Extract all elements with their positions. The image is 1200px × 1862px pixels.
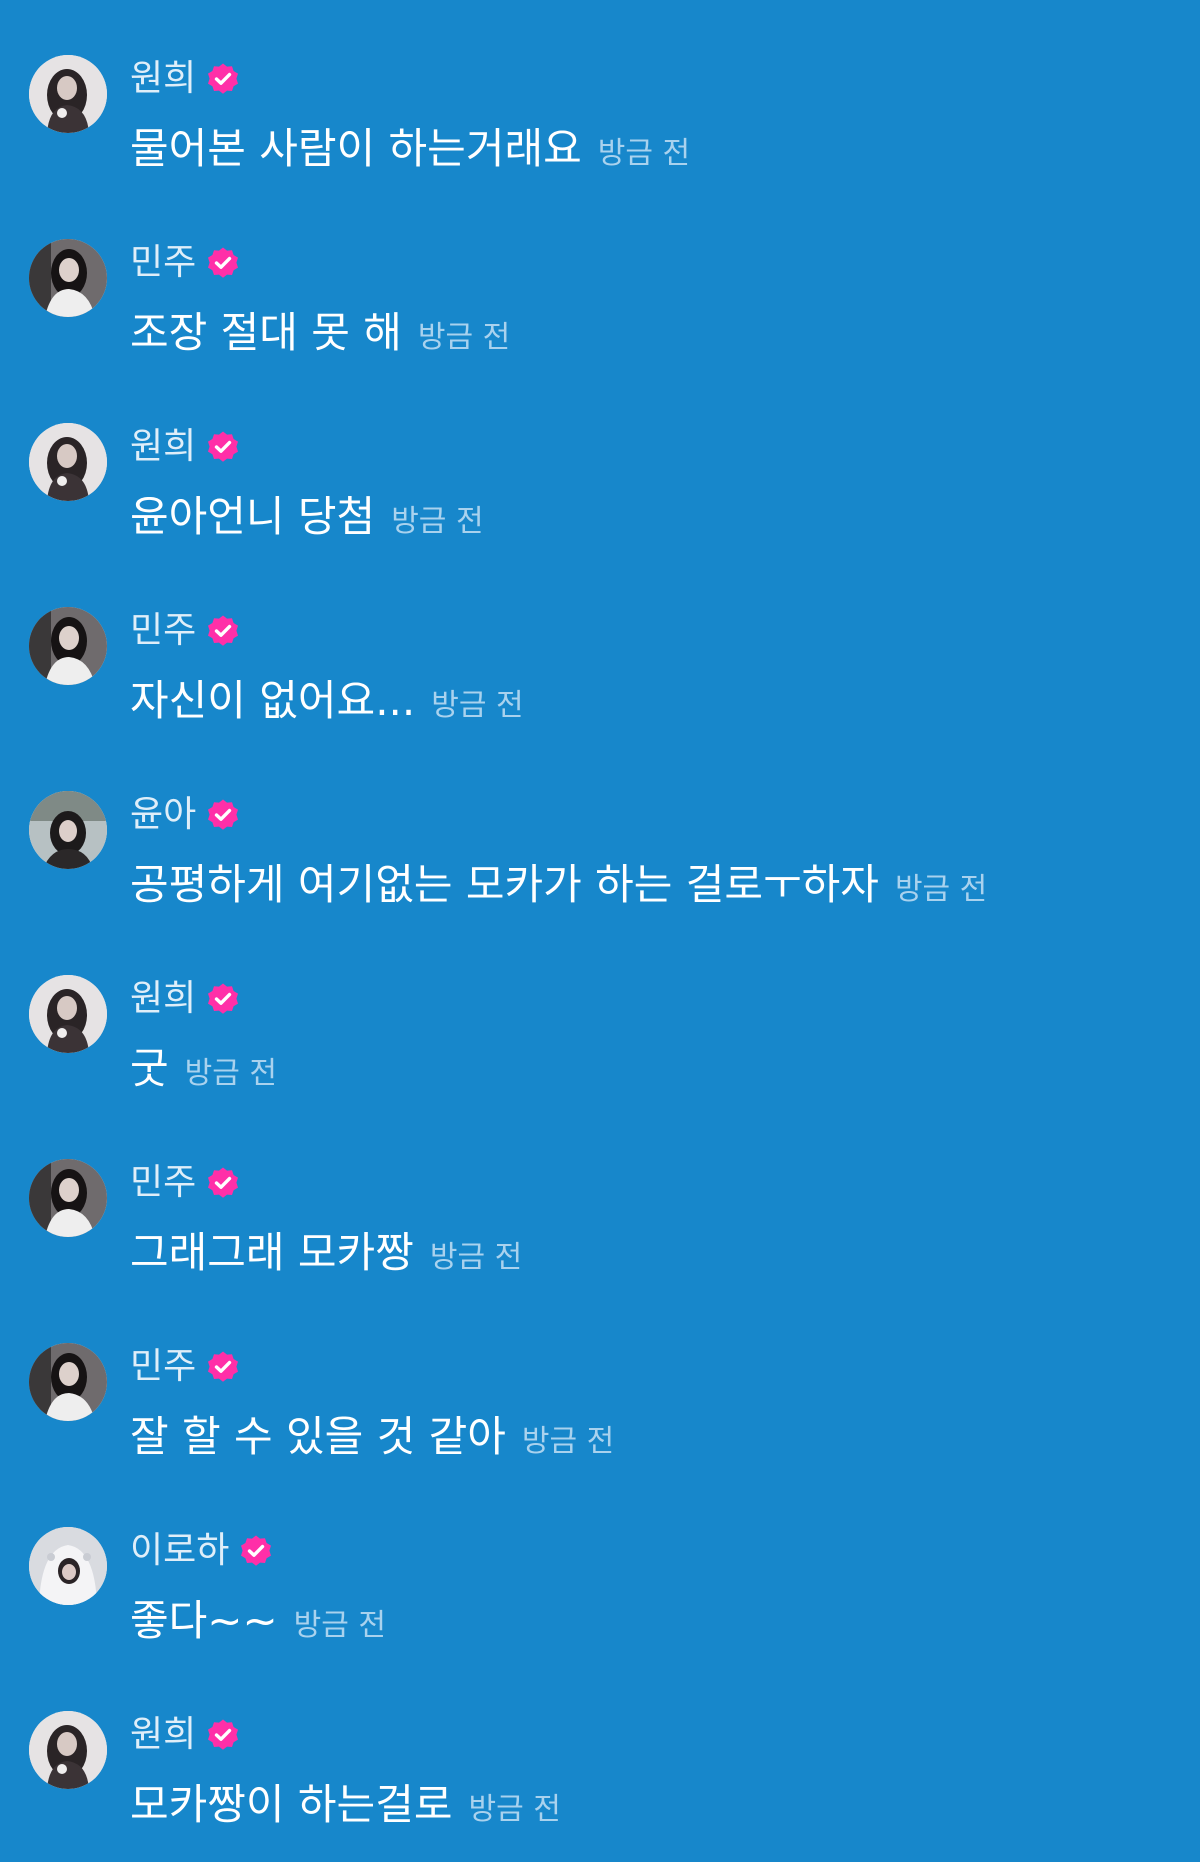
- avatar-yuna[interactable]: [29, 791, 107, 869]
- avatar-minju[interactable]: [29, 1343, 107, 1421]
- avatar-minju[interactable]: [29, 607, 107, 685]
- avatar-wonhee[interactable]: [29, 1711, 107, 1789]
- message-text: 잘 할 수 있을 것 같아: [130, 1412, 506, 1461]
- message-text: 윤아언니 당첨: [130, 492, 376, 541]
- message-row: 그래그래 모카짱 방금 전: [130, 1223, 522, 1283]
- author-name[interactable]: 윤아: [130, 793, 196, 837]
- avatar-wonhee[interactable]: [29, 55, 107, 133]
- author-name[interactable]: 원희: [130, 57, 196, 101]
- message-row: 조장 절대 못 해 방금 전: [130, 303, 510, 363]
- message-text: 자신이 없어요...: [130, 676, 416, 725]
- avatar-minju[interactable]: [29, 239, 107, 317]
- avatar-wonhee[interactable]: [29, 975, 107, 1053]
- verified-badge-icon: [206, 798, 240, 832]
- message-timestamp: 방금 전: [521, 1424, 615, 1459]
- author-row: 원희: [130, 1713, 240, 1757]
- chat-message-6: 원희 굿 방금 전: [0, 975, 1200, 1125]
- message-row: 굿 방금 전: [130, 1039, 277, 1099]
- message-row: 자신이 없어요... 방금 전: [130, 671, 524, 731]
- author-row: 원희: [130, 425, 240, 469]
- chat-message-7: 민주 그래그래 모카짱 방금 전: [0, 1159, 1200, 1309]
- message-timestamp: 방금 전: [429, 1240, 523, 1275]
- message-row: 좋다~~ 방금 전: [130, 1591, 386, 1651]
- author-row: 민주: [130, 1345, 240, 1389]
- chat-message-2: 민주 조장 절대 못 해 방금 전: [0, 239, 1200, 389]
- author-name[interactable]: 이로하: [130, 1529, 229, 1573]
- verified-badge-icon: [206, 1350, 240, 1384]
- chat-message-10: 원희 모카짱이 하는걸로 방금 전: [0, 1711, 1200, 1861]
- author-row: 원희: [130, 57, 240, 101]
- message-timestamp: 방금 전: [468, 1792, 561, 1827]
- message-row: 모카짱이 하는걸로 방금 전: [130, 1775, 561, 1835]
- verified-badge-icon: [206, 1166, 240, 1200]
- message-timestamp: 방금 전: [597, 136, 691, 171]
- verified-badge-icon: [206, 1718, 240, 1752]
- message-row: 잘 할 수 있을 것 같아 방금 전: [130, 1407, 614, 1467]
- verified-badge-icon: [239, 1534, 273, 1568]
- avatar-minju[interactable]: [29, 1159, 107, 1237]
- author-name[interactable]: 원희: [130, 1713, 196, 1757]
- chat-message-3: 원희 윤아언니 당첨 방금 전: [0, 423, 1200, 573]
- message-text: 조장 절대 못 해: [130, 308, 402, 357]
- message-row: 윤아언니 당첨 방금 전: [130, 487, 484, 547]
- message-timestamp: 방금 전: [431, 688, 524, 723]
- message-row: 물어본 사람이 하는거래요 방금 전: [130, 119, 690, 179]
- chat-message-5: 윤아 공평하게 여기없는 모카가 하는 걸로ㅜ하자 방금 전: [0, 791, 1200, 941]
- chat-message-9: 이로하 좋다~~ 방금 전: [0, 1527, 1200, 1677]
- verified-badge-icon: [206, 982, 240, 1016]
- author-name[interactable]: 원희: [130, 425, 196, 469]
- chat-message-4: 민주 자신이 없어요... 방금 전: [0, 607, 1200, 757]
- message-text: 모카짱이 하는걸로: [130, 1780, 453, 1829]
- author-name[interactable]: 민주: [130, 241, 196, 285]
- author-name[interactable]: 민주: [130, 1161, 196, 1205]
- message-timestamp: 방금 전: [293, 1608, 387, 1643]
- author-row: 이로하: [130, 1529, 273, 1573]
- author-name[interactable]: 원희: [130, 977, 196, 1021]
- message-text: 좋다~~: [130, 1596, 278, 1645]
- verified-badge-icon: [206, 246, 240, 280]
- message-row: 공평하게 여기없는 모카가 하는 걸로ㅜ하자 방금 전: [130, 855, 987, 915]
- chat-message-1: 원희 물어본 사람이 하는거래요 방금 전: [0, 55, 1200, 205]
- chat-message-8: 민주 잘 할 수 있을 것 같아 방금 전: [0, 1343, 1200, 1493]
- author-name[interactable]: 민주: [130, 609, 196, 653]
- author-row: 윤아: [130, 793, 240, 837]
- author-row: 민주: [130, 241, 240, 285]
- author-name[interactable]: 민주: [130, 1345, 196, 1389]
- message-timestamp: 방금 전: [391, 504, 484, 539]
- message-timestamp: 방금 전: [417, 320, 511, 355]
- verified-badge-icon: [206, 614, 240, 648]
- author-row: 원희: [130, 977, 240, 1021]
- verified-badge-icon: [206, 62, 240, 96]
- verified-badge-icon: [206, 430, 240, 464]
- message-timestamp: 방금 전: [894, 872, 988, 907]
- avatar-iroha[interactable]: [29, 1527, 107, 1605]
- avatar-wonhee[interactable]: [29, 423, 107, 501]
- author-row: 민주: [130, 1161, 240, 1205]
- message-text: 굿: [130, 1044, 169, 1093]
- author-row: 민주: [130, 609, 240, 653]
- message-text: 그래그래 모카짱: [130, 1228, 414, 1277]
- chat-feed: 원희 물어본 사람이 하는거래요 방금 전 민주 조장 절대 못 해 방금 전 …: [0, 0, 1200, 1862]
- message-text: 물어본 사람이 하는거래요: [130, 124, 582, 173]
- message-timestamp: 방금 전: [184, 1056, 277, 1091]
- message-text: 공평하게 여기없는 모카가 하는 걸로ㅜ하자: [130, 860, 879, 909]
